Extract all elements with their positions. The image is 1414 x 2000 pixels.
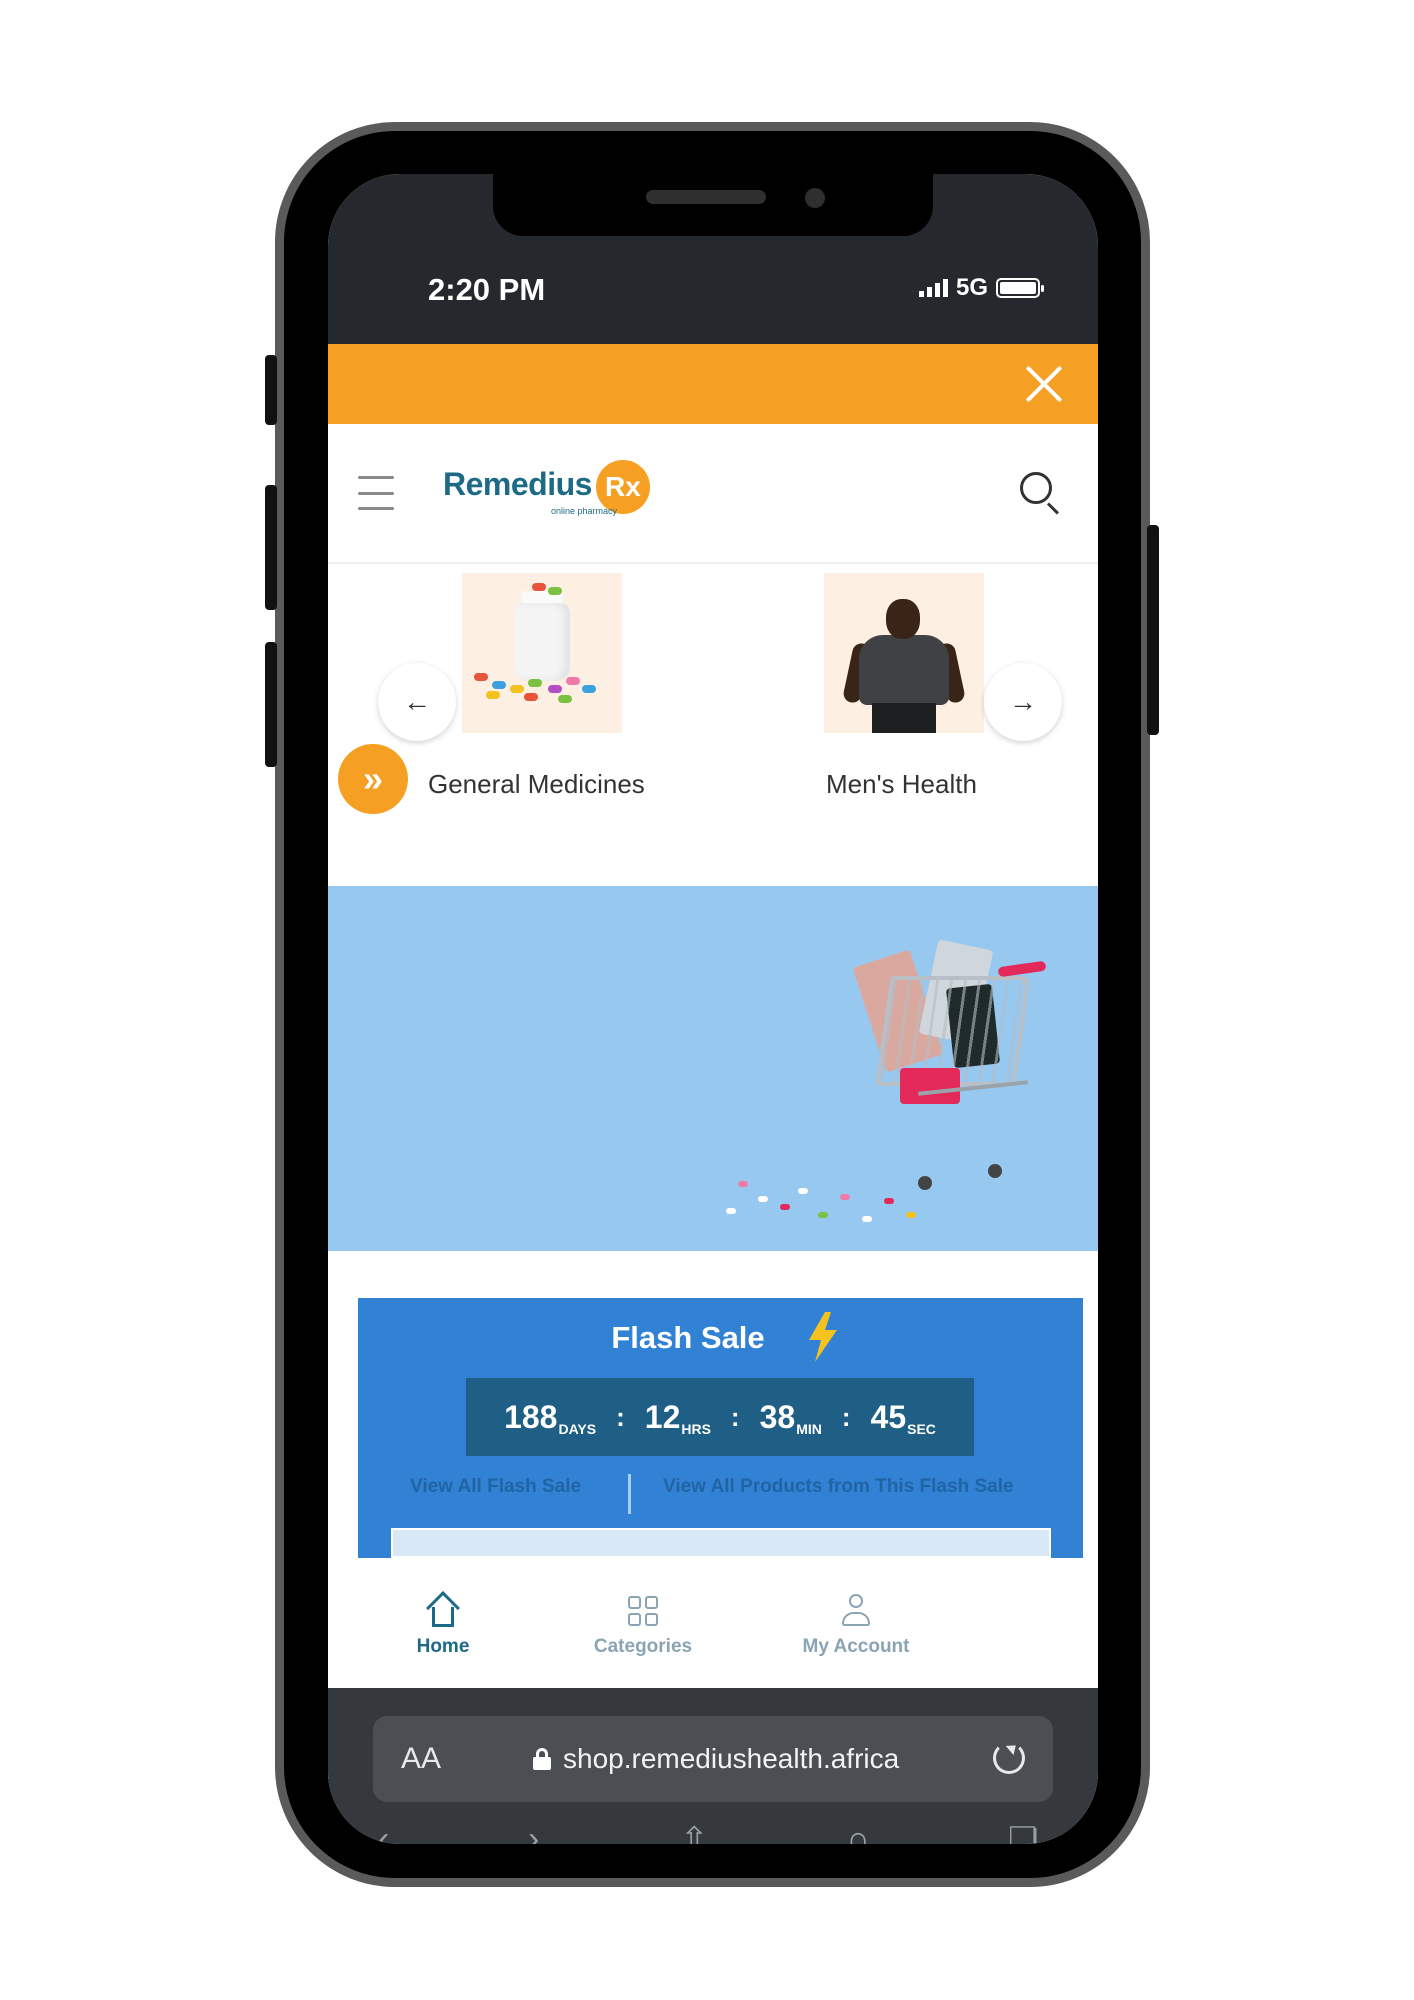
close-icon[interactable] [1020, 360, 1068, 408]
countdown-hours-unit: HRS [681, 1420, 711, 1437]
lock-icon [533, 1748, 551, 1770]
phone-side-button-volume-down [265, 642, 277, 767]
bookmarks-icon[interactable]: ∩ [846, 1820, 870, 1844]
phone-side-button-power [1147, 525, 1159, 735]
countdown-seconds-unit: SEC [907, 1420, 936, 1437]
hamburger-icon[interactable] [358, 476, 394, 510]
countdown-hours: 12 [644, 1398, 681, 1435]
countdown-separator: : [616, 1401, 625, 1432]
countdown-minutes: 38 [759, 1398, 796, 1435]
pill-bottle-image [462, 573, 622, 733]
countdown-separator: : [730, 1401, 740, 1432]
back-icon[interactable]: ‹ [378, 1820, 389, 1844]
text-size-button[interactable]: AA [401, 1742, 441, 1776]
countdown-seconds: 45 [870, 1398, 907, 1435]
countdown-timer: 188DAYS : 12HRS : 38MIN : 45SEC [466, 1378, 974, 1456]
promo-bar [328, 344, 1098, 424]
nav-my-account-label: My Account [802, 1636, 910, 1657]
share-icon[interactable]: ⇧ [680, 1820, 709, 1844]
flash-sale-title: Flash Sale [611, 1320, 765, 1355]
user-icon [839, 1594, 873, 1628]
network-type: 5G [955, 274, 988, 301]
lightning-icon [809, 1312, 837, 1362]
nav-home-label: Home [416, 1636, 470, 1657]
logo-text: Remedius [443, 466, 592, 502]
double-chevron-right-icon[interactable]: » [338, 744, 408, 814]
view-all-products-link[interactable]: View All Products from This Flash Sale [663, 1476, 1014, 1498]
phone-screen: 2:20 PM 5G Remedius Rx online pharmacy G… [328, 174, 1098, 1844]
logo-tagline: online pharmacy [551, 506, 618, 516]
status-time: 2:20 PM [428, 272, 546, 307]
view-all-flash-sale-link[interactable]: View All Flash Sale [410, 1476, 581, 1498]
man-image [824, 573, 984, 733]
flash-sale-section: Flash Sale 188DAYS : 12HRS : 38MIN : 45S… [358, 1298, 1083, 1558]
grid-icon [626, 1594, 660, 1628]
countdown-days-unit: DAYS [558, 1420, 597, 1437]
countdown-minutes-unit: MIN [796, 1420, 822, 1437]
arrow-right-icon[interactable]: → [984, 663, 1062, 741]
reload-icon[interactable] [993, 1742, 1025, 1774]
nav-home[interactable]: Home [388, 1591, 498, 1658]
phone-side-button-mute [265, 355, 277, 425]
flash-sale-product-strip[interactable] [391, 1528, 1051, 1558]
front-camera [805, 188, 825, 208]
link-divider [628, 1474, 631, 1514]
category-card-mens-health[interactable]: Men's Health [824, 573, 984, 799]
bottom-nav: Home Categories My Account [328, 1560, 1098, 1688]
phone-side-button-volume-up [265, 485, 277, 610]
countdown-separator: : [841, 1401, 851, 1432]
phone-notch [493, 162, 933, 236]
countdown-days: 188 [504, 1398, 558, 1435]
url-bar[interactable]: AA shop.remediushealth.africa [373, 1716, 1053, 1802]
category-label: Men's Health [826, 769, 977, 799]
forward-icon[interactable]: › [528, 1820, 539, 1844]
category-card-general-medicines[interactable]: General Medicines [428, 573, 645, 799]
site-header: Remedius Rx online pharmacy [328, 424, 1098, 564]
browser-toolbar: AA shop.remediushealth.africa ‹ › ⇧ ∩ ❏ [328, 1688, 1098, 1844]
status-indicators: 5G [918, 274, 1044, 302]
category-label: General Medicines [428, 769, 645, 799]
site-logo[interactable]: Remedius Rx online pharmacy [443, 460, 650, 520]
signal-icon [918, 279, 948, 297]
category-carousel: General Medicines Men's Health ← → » [328, 566, 1098, 876]
speaker-grille [646, 190, 766, 204]
nav-categories[interactable]: Categories [578, 1594, 708, 1658]
battery-icon [996, 278, 1044, 298]
tabs-icon[interactable]: ❏ [1008, 1820, 1038, 1844]
url-text[interactable]: shop.remediushealth.africa [563, 1743, 899, 1775]
home-icon [426, 1591, 460, 1628]
arrow-left-icon[interactable]: ← [378, 663, 456, 741]
promo-banner[interactable] [328, 886, 1098, 1251]
nav-my-account[interactable]: My Account [786, 1594, 926, 1658]
nav-categories-label: Categories [593, 1636, 693, 1657]
search-icon[interactable] [1020, 472, 1064, 516]
